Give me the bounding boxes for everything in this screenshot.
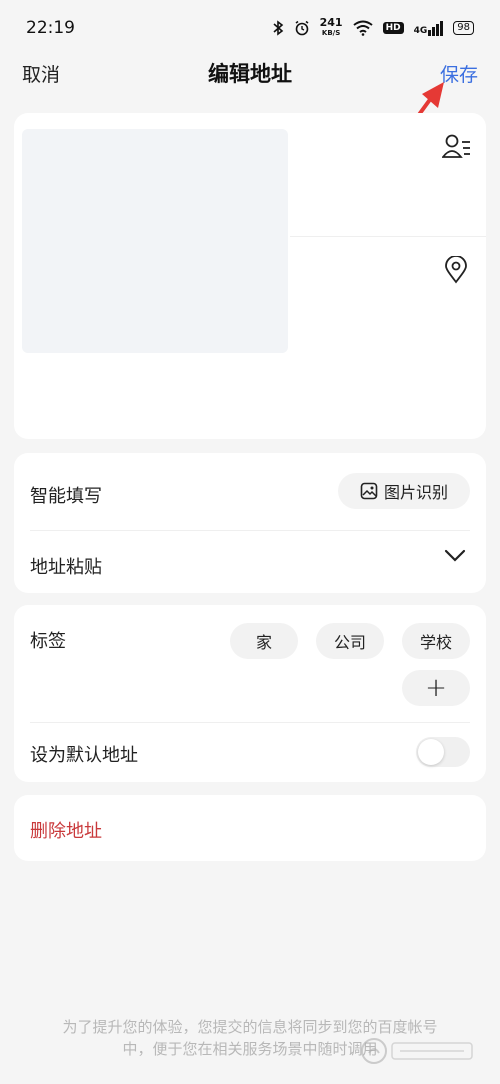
delete-card: 删除地址 — [14, 795, 486, 861]
watermark-logo — [361, 1038, 473, 1064]
address-input-area[interactable] — [22, 129, 288, 353]
image-icon — [360, 482, 378, 500]
address-info-card — [14, 113, 486, 439]
image-recognition-label: 图片识别 — [383, 483, 448, 502]
network-type: 4G — [413, 25, 428, 36]
hd-badge: HD — [382, 22, 404, 34]
chevron-down-icon[interactable] — [444, 549, 466, 563]
tags-label: 标签 — [30, 631, 66, 652]
default-address-label: 设为默认地址 — [30, 745, 138, 766]
bluetooth-icon — [273, 20, 283, 36]
location-pin-icon[interactable] — [444, 256, 468, 284]
tags-card: 标签 家 公司 学校 + 设为默认地址 — [14, 605, 486, 782]
tag-chip-company[interactable]: 公司 — [316, 623, 384, 659]
divider — [30, 530, 470, 531]
add-tag-button[interactable]: + — [402, 670, 470, 706]
divider — [290, 236, 486, 237]
network-speed-unit: KB/S — [321, 29, 341, 37]
alarm-icon — [295, 20, 309, 36]
signal-4g: 4G — [413, 20, 444, 36]
image-recognition-button[interactable]: 图片识别 — [338, 473, 470, 509]
status-time: 22:19 — [26, 18, 75, 38]
battery-indicator: 98 — [453, 21, 474, 35]
network-speed-value: 241 — [319, 16, 343, 29]
contact-book-icon[interactable] — [442, 133, 472, 161]
status-bar: 22:19 241 KB/S HD 4G 98 — [0, 0, 500, 56]
tag-chip-school[interactable]: 学校 — [402, 623, 470, 659]
toggle-knob — [418, 739, 444, 765]
smart-fill-card: 智能填写 图片识别 地址粘贴 — [14, 453, 486, 593]
wifi-icon — [352, 20, 373, 36]
divider — [30, 722, 470, 723]
tag-chip-home[interactable]: 家 — [230, 623, 298, 659]
smart-fill-label: 智能填写 — [30, 486, 102, 507]
default-address-toggle[interactable] — [416, 737, 470, 767]
status-icons: 241 KB/S HD 4G 98 — [272, 16, 474, 38]
network-speed: 241 KB/S — [319, 16, 343, 38]
address-paste-label[interactable]: 地址粘贴 — [30, 553, 102, 579]
delete-address-button[interactable]: 删除地址 — [30, 817, 102, 843]
